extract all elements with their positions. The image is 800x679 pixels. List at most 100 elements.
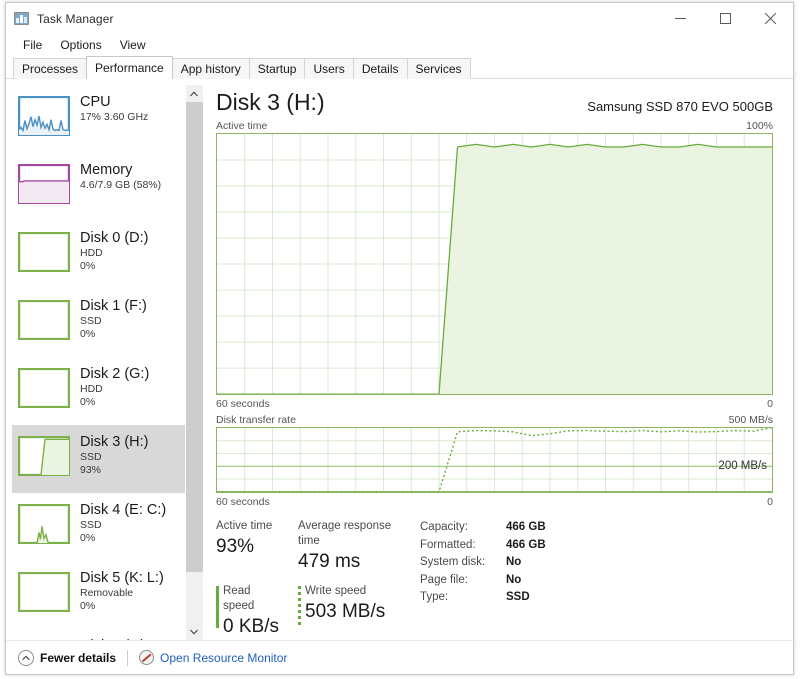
- detail-key: Page file:: [420, 573, 468, 586]
- active-time-graph: [216, 133, 773, 396]
- avg-response-stat: Average response time 479 ms: [298, 519, 416, 575]
- detail-key: Type:: [420, 591, 449, 603]
- sidebar-item-disk-1-f[interactable]: Disk 1 (F:) SSD 0%: [12, 289, 185, 357]
- sidebar-mini-graph: [18, 368, 70, 408]
- performance-detail-panel: Disk 3 (H:) Samsung SSD 870 EVO 500GB Ac…: [202, 79, 793, 640]
- write-speed-stat: Write speed 503 MB/s: [298, 584, 416, 640]
- sidebar-item-disk-6-j[interactable]: Disk 6 (J:)USB0%: [12, 629, 185, 640]
- task-manager-window: Task Manager File Options View Processes…: [5, 2, 794, 675]
- transfer-rate-graph: 200 MB/s: [216, 427, 773, 493]
- sidebar-item-label: Disk 5 (K: L:): [80, 570, 164, 586]
- scrollbar-thumb[interactable]: [185, 102, 203, 572]
- scrollbar-track[interactable]: [185, 102, 203, 623]
- sidebar-item-label: Disk 2 (G:): [80, 366, 150, 382]
- sidebar-item-memory[interactable]: Memory 4.6/7.9 GB (58%): [12, 153, 185, 221]
- transfer-rate-label: Disk transfer rate: [216, 414, 296, 427]
- active-time-max: 100%: [746, 120, 773, 132]
- sidebar-item-detail: SSD: [80, 315, 102, 327]
- sidebar-item-usage: 0%: [80, 532, 96, 544]
- write-speed-label: Write speed: [305, 585, 367, 597]
- menu-options[interactable]: Options: [51, 36, 110, 55]
- tab-bar: Processes Performance App history Startu…: [6, 56, 793, 79]
- read-speed-label: Read speed: [223, 585, 255, 612]
- sidebar-item-text: Disk 6 (J:)USB0%: [80, 637, 145, 640]
- sidebar-item-cpu[interactable]: CPU 17% 3.60 GHz: [12, 85, 185, 153]
- sidebar-item-text: Disk 3 (H:) SSD 93%: [80, 433, 148, 477]
- sidebar-item-label: Disk 4 (E: C:): [80, 502, 167, 518]
- sidebar-item-text: Disk 4 (E: C:) SSD 0%: [80, 501, 166, 545]
- tab-services[interactable]: Services: [406, 58, 471, 79]
- sidebar-item-detail: HDD: [80, 247, 103, 259]
- sidebar-item-usage: 0%: [80, 396, 96, 408]
- write-speed-value: 503 MB/s: [305, 601, 386, 622]
- resource-sidebar: CPU 17% 3.60 GHz Memory 4.6/7.9 GB (58%) Dis…: [6, 79, 203, 640]
- read-speed-stat: Read speed 0 KB/s: [216, 584, 298, 640]
- scroll-down-icon[interactable]: [185, 623, 203, 640]
- sidebar-item-disk-3-h[interactable]: Disk 3 (H:) SSD 93%: [12, 425, 185, 493]
- tab-processes[interactable]: Processes: [13, 58, 88, 79]
- transfer-rate-left-axis: 60 seconds: [216, 496, 270, 508]
- sidebar-item-disk-4-e-c[interactable]: Disk 4 (E: C:) SSD 0%: [12, 493, 185, 561]
- stats-panel: Active time 93% Average response time 47…: [216, 519, 773, 640]
- fewer-details-button[interactable]: Fewer details: [18, 649, 117, 666]
- minimize-button[interactable]: [658, 3, 703, 34]
- scroll-up-icon[interactable]: [185, 85, 203, 102]
- tab-startup[interactable]: Startup: [248, 58, 306, 79]
- resource-list: CPU 17% 3.60 GHz Memory 4.6/7.9 GB (58%) Dis…: [12, 85, 185, 640]
- sidebar-item-usage: 0%: [80, 328, 96, 340]
- sidebar-mini-graph: [18, 572, 70, 612]
- sidebar-scrollbar[interactable]: [185, 85, 203, 640]
- tab-app-history[interactable]: App history: [171, 58, 250, 79]
- sidebar-item-disk-0-d[interactable]: Disk 0 (D:) HDD 0%: [12, 221, 185, 289]
- active-time-right-axis: 0: [767, 398, 773, 411]
- sidebar-item-text: Memory 4.6/7.9 GB (58%): [80, 161, 161, 192]
- sidebar-item-label: Disk 6 (J:): [80, 638, 145, 640]
- sidebar-item-usage: 0%: [80, 260, 96, 272]
- sidebar-item-text: CPU 17% 3.60 GHz: [80, 93, 148, 124]
- read-speed-value: 0 KB/s: [223, 616, 279, 637]
- sidebar-mini-graph: [18, 232, 70, 272]
- active-time-stat-value: 93%: [216, 536, 255, 557]
- sidebar-item-detail: SSD: [80, 519, 102, 531]
- avg-response-stat-label: Average response time: [298, 520, 392, 547]
- detail-value: No: [506, 573, 522, 586]
- sidebar-item-disk-2-g[interactable]: Disk 2 (G:) HDD 0%: [12, 357, 185, 425]
- sidebar-item-detail: 17% 3.60 GHz: [80, 111, 149, 123]
- fewer-details-label: Fewer details: [40, 650, 117, 665]
- footer-bar: Fewer details Open Resource Monitor: [6, 640, 793, 674]
- active-time-stat: Active time 93%: [216, 519, 298, 575]
- maximize-button[interactable]: [703, 3, 748, 34]
- detail-key: System disk:: [420, 556, 486, 568]
- resource-monitor-icon: [139, 650, 155, 665]
- stats-row-speeds: Read speed 0 KB/s Write speed 503 MB/s: [216, 575, 416, 640]
- sidebar-item-label: CPU: [80, 94, 111, 110]
- footer-divider: [127, 649, 129, 666]
- menu-view[interactable]: View: [111, 36, 155, 55]
- sidebar-item-text: Disk 1 (F:) SSD 0%: [80, 297, 147, 341]
- disk-details-grid: Capacity: 466 GB Formatted: 466 GB System di…: [420, 519, 546, 640]
- detail-value: No: [506, 556, 522, 568]
- sidebar-item-disk-5-k-l[interactable]: Disk 5 (K: L:) Removable 0%: [12, 561, 185, 629]
- tab-details[interactable]: Details: [352, 58, 408, 79]
- transfer-rate-axis-labels: Disk transfer rate 500 MB/s: [216, 414, 773, 426]
- menu-bar: File Options View: [6, 34, 793, 56]
- tab-users[interactable]: Users: [304, 58, 354, 79]
- sidebar-item-text: Disk 2 (G:) HDD 0%: [80, 365, 149, 409]
- active-time-label: Active time: [216, 120, 268, 132]
- active-time-time-labels: 60 seconds 0: [216, 398, 773, 410]
- stats-left-group: Active time 93% Average response time 47…: [216, 519, 416, 640]
- sidebar-item-label: Disk 0 (D:): [80, 230, 149, 246]
- avg-response-stat-value: 479 ms: [298, 551, 361, 572]
- content-area: CPU 17% 3.60 GHz Memory 4.6/7.9 GB (58%) Dis…: [6, 79, 793, 640]
- active-time-axis-labels: Active time 100%: [216, 120, 773, 132]
- active-time-stat-label: Active time: [216, 520, 273, 532]
- sidebar-item-detail: Removable: [80, 587, 134, 599]
- open-resource-monitor-link[interactable]: Open Resource Monitor: [139, 650, 287, 665]
- open-resource-monitor-label: Open Resource Monitor: [160, 650, 288, 665]
- sidebar-item-label: Disk 1 (F:): [80, 298, 147, 314]
- menu-file[interactable]: File: [14, 36, 51, 55]
- tab-performance[interactable]: Performance: [86, 56, 173, 79]
- close-button[interactable]: [748, 3, 793, 34]
- stats-row-primary: Active time 93% Average response time 47…: [216, 519, 416, 575]
- task-manager-icon: [14, 11, 30, 26]
